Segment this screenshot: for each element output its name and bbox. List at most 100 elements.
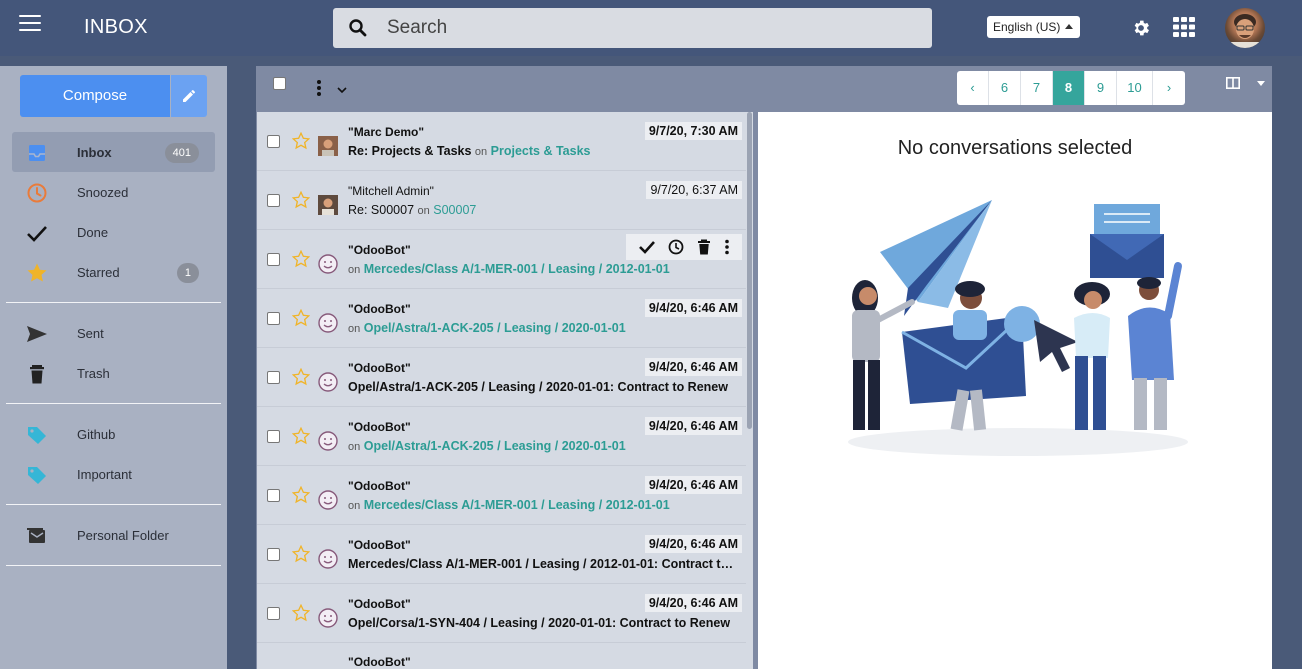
divider — [6, 504, 221, 505]
mark-done-icon[interactable] — [638, 240, 655, 254]
sidebar-item-trash[interactable]: Trash — [12, 353, 215, 393]
reading-pane: No conversations selected — [758, 112, 1272, 669]
search-bar[interactable] — [333, 8, 932, 48]
sender-name: "OdooBot" — [348, 655, 411, 669]
message-subject-line: on Opel/Astra/1-ACK-205 / Leasing / 2020… — [348, 439, 626, 453]
sidebar-item-important[interactable]: Important — [12, 454, 215, 494]
user-avatar[interactable] — [1225, 8, 1265, 48]
sidebar-item-label: Sent — [77, 326, 104, 341]
compose-button[interactable]: Compose — [20, 75, 170, 117]
sidebar-item-sent[interactable]: Sent — [12, 313, 215, 353]
sidebar-item-inbox[interactable]: Inbox 401 — [12, 132, 215, 172]
row-checkbox[interactable] — [267, 194, 280, 207]
star-outline-icon[interactable] — [291, 249, 311, 271]
record-link[interactable]: Projects & Tasks — [491, 144, 591, 158]
star-outline-icon[interactable] — [291, 131, 311, 153]
sidebar-item-label: Trash — [77, 366, 110, 381]
list-item[interactable]: "OdooBot" 9/4/20, 6:46 AM on Opel/Astra/… — [257, 289, 746, 348]
row-checkbox[interactable] — [267, 135, 280, 148]
list-item[interactable]: "OdooBot" 9/4/20, 6:46 AM Mercedes/Class… — [257, 525, 746, 584]
caret-down-icon[interactable] — [1257, 81, 1265, 86]
pager-next[interactable]: › — [1153, 71, 1185, 105]
star-outline-icon[interactable] — [291, 544, 311, 566]
row-checkbox[interactable] — [267, 430, 280, 443]
star-outline-icon[interactable] — [291, 190, 311, 212]
list-item[interactable]: "OdooBot" 9/4/20, 6:46 AM on Opel/Astra/… — [257, 407, 746, 466]
list-item[interactable]: "Mitchell Admin" 9/7/20, 6:37 AM Re: S00… — [257, 171, 746, 230]
message-subject: Re: S00007 — [348, 203, 415, 217]
select-all-checkbox[interactable] — [273, 77, 286, 90]
pencil-icon — [183, 89, 196, 102]
list-item[interactable]: "OdooBot" — [257, 643, 746, 669]
list-scrollbar[interactable] — [746, 112, 753, 669]
star-outline-icon[interactable] — [291, 426, 311, 448]
pager-page-10[interactable]: 10 — [1117, 71, 1153, 105]
star-icon — [26, 262, 48, 284]
odoobot-avatar — [318, 372, 338, 392]
top-bar: INBOX English (US) — [0, 0, 1302, 56]
sender-name: "OdooBot" — [348, 538, 411, 552]
on-label: on — [348, 441, 361, 453]
delete-trash-icon[interactable] — [697, 239, 711, 255]
search-input[interactable] — [387, 8, 907, 48]
snooze-clock-icon[interactable] — [668, 239, 684, 255]
odoobot-avatar — [318, 254, 338, 274]
hamburger-menu-icon[interactable] — [19, 15, 41, 33]
record-link[interactable]: S00007 — [433, 203, 476, 217]
language-select[interactable]: English (US) — [987, 16, 1080, 38]
pager-page-6[interactable]: 6 — [989, 71, 1021, 105]
message-subject: Opel/Corsa/1-SYN-404 / Leasing / 2020-01… — [348, 616, 731, 630]
list-item[interactable]: "OdooBot" 9/4/20, 6:46 AM Opel/Astra/1-A… — [257, 348, 746, 407]
sidebar-item-github[interactable]: Github — [12, 414, 215, 454]
pager-page-9[interactable]: 9 — [1085, 71, 1117, 105]
sidebar-item-label: Inbox — [77, 145, 112, 160]
row-checkbox[interactable] — [267, 548, 280, 561]
sender-avatar — [318, 136, 338, 156]
paper-plane-icon — [26, 323, 48, 345]
pager-page-8[interactable]: 8 — [1053, 71, 1085, 105]
sidebar: Compose Inbox 401 Snoozed Done Starred 1… — [0, 66, 227, 669]
message-date: 9/4/20, 6:46 AM — [644, 476, 742, 494]
row-checkbox[interactable] — [267, 607, 280, 620]
sidebar-item-label: Done — [77, 225, 109, 240]
list-item[interactable]: "OdooBot" 9/4/20, 6:46 AM Opel/Corsa/1-S… — [257, 584, 746, 643]
record-link[interactable]: Mercedes/Class A/1-MER-001 / Leasing / 2… — [364, 498, 670, 512]
row-checkbox[interactable] — [267, 253, 280, 266]
chevron-down-icon[interactable] — [337, 82, 347, 97]
list-item[interactable]: "OdooBot" 9/4/20, 6:46 AM on Mercedes/Cl… — [257, 466, 746, 525]
sidebar-item-label: Github — [77, 427, 116, 442]
star-outline-icon[interactable] — [291, 603, 311, 625]
split-view-icon[interactable] — [1226, 77, 1240, 92]
record-link[interactable]: Opel/Astra/1-ACK-205 / Leasing / 2020-01… — [364, 439, 626, 453]
row-checkbox[interactable] — [267, 312, 280, 325]
record-link[interactable]: Mercedes/Class A/1-MER-001 / Leasing / 2… — [364, 262, 670, 276]
search-icon — [348, 18, 368, 41]
message-date: 9/4/20, 6:46 AM — [644, 535, 742, 553]
page-title: INBOX — [84, 16, 148, 38]
row-checkbox[interactable] — [267, 371, 280, 384]
row-more-icon[interactable] — [724, 239, 730, 255]
apps-grid-icon[interactable] — [1173, 17, 1195, 40]
message-date: 9/7/20, 6:37 AM — [646, 181, 742, 199]
message-date: 9/7/20, 7:30 AM — [644, 122, 742, 140]
sidebar-item-starred[interactable]: Starred 1 — [12, 252, 215, 292]
star-outline-icon[interactable] — [291, 308, 311, 330]
list-item[interactable]: "Marc Demo" 9/7/20, 7:30 AM Re: Projects… — [257, 112, 746, 171]
list-item[interactable]: "OdooBot" on Mercedes/Class A/1-MER-001 … — [257, 230, 746, 289]
pager-page-7[interactable]: 7 — [1021, 71, 1053, 105]
sidebar-item-personal-folder[interactable]: Personal Folder — [12, 515, 215, 555]
gear-icon[interactable] — [1131, 18, 1151, 41]
sidebar-item-snoozed[interactable]: Snoozed — [12, 172, 215, 212]
sender-name: "Marc Demo" — [348, 125, 425, 139]
more-actions-icon[interactable] — [316, 79, 322, 100]
odoobot-avatar — [318, 549, 338, 569]
sidebar-item-done[interactable]: Done — [12, 212, 215, 252]
scrollbar-thumb[interactable] — [747, 112, 752, 429]
row-checkbox[interactable] — [267, 489, 280, 502]
record-link[interactable]: Opel/Astra/1-ACK-205 / Leasing / 2020-01… — [364, 321, 626, 335]
compose-edit-button[interactable] — [171, 75, 207, 117]
pager-prev[interactable]: ‹ — [957, 71, 989, 105]
star-outline-icon[interactable] — [291, 367, 311, 389]
star-outline-icon[interactable] — [291, 485, 311, 507]
odoobot-avatar — [318, 490, 338, 510]
